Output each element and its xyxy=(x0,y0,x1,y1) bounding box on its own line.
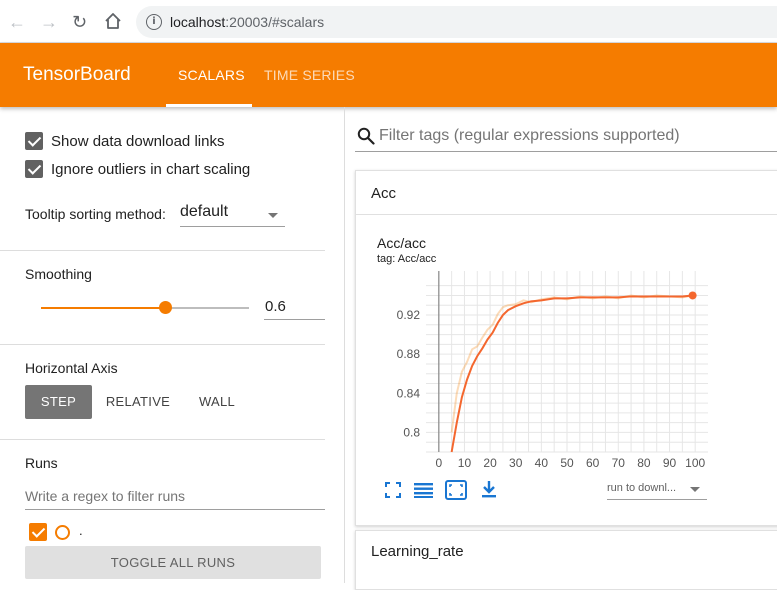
x-tick-label: 30 xyxy=(509,456,523,470)
divider xyxy=(0,250,325,251)
lines-icon[interactable] xyxy=(414,482,433,498)
show-download-links-label: Show data download links xyxy=(51,133,225,150)
x-tick-label: 20 xyxy=(483,456,497,470)
divider xyxy=(356,214,777,215)
chart-title: Acc/acc xyxy=(377,235,427,251)
run-color-circle[interactable] xyxy=(55,525,70,540)
tooltip-sorting-value: default xyxy=(180,203,229,220)
download-run-select[interactable]: run to downl... xyxy=(607,478,707,500)
x-tick-label: 60 xyxy=(586,456,600,470)
tooltip-sorting-label: Tooltip sorting method: xyxy=(25,206,166,222)
url-text: localhost:20003/#scalars xyxy=(170,14,325,30)
fit-domain-icon[interactable] xyxy=(445,480,467,500)
tab-scalars[interactable]: SCALARS xyxy=(178,67,245,83)
fullscreen-icon[interactable] xyxy=(385,482,401,498)
info-icon[interactable]: i xyxy=(146,14,162,30)
y-tick-label: 0.84 xyxy=(397,386,421,400)
chart-subtitle: tag: Acc/acc xyxy=(377,253,437,265)
divider xyxy=(0,439,325,440)
brand-title: TensorBoard xyxy=(23,64,131,85)
x-tick-label: 40 xyxy=(535,456,549,470)
smoothing-slider-handle[interactable] xyxy=(159,301,173,314)
axis-relative-button[interactable]: RELATIVE xyxy=(100,385,176,419)
last-point-marker xyxy=(688,291,697,300)
tag-filter-placeholder: Filter tags (regular expressions support… xyxy=(379,127,680,144)
smoothing-label: Smoothing xyxy=(25,266,92,282)
section-card-learning-rate: Learning_rate xyxy=(355,530,777,590)
tooltip-sorting-select[interactable]: default xyxy=(180,203,285,227)
ignore-outliers-label: Ignore outliers in chart scaling xyxy=(51,161,251,178)
x-tick-label: 80 xyxy=(637,456,651,470)
run-name: . xyxy=(79,523,83,538)
x-tick-label: 90 xyxy=(663,456,677,470)
home-icon[interactable] xyxy=(104,12,122,34)
y-tick-label: 0.8 xyxy=(403,425,420,439)
toggle-all-runs-button[interactable]: TOGGLE ALL RUNS xyxy=(25,546,321,579)
smoothing-slider-track[interactable] xyxy=(41,307,249,309)
download-run-select-value: run to downl... xyxy=(607,482,677,494)
chevron-down-icon xyxy=(690,487,700,492)
chevron-down-icon xyxy=(268,213,278,218)
section-card-acc: Acc Acc/acc tag: Acc/acc 0 10 20 30 40 50 60 70… xyxy=(355,170,777,526)
horizontal-axis-label: Horizontal Axis xyxy=(25,360,118,376)
runs-filter-input[interactable]: Write a regex to filter runs xyxy=(25,484,325,510)
run-checkbox[interactable] xyxy=(29,523,47,541)
reload-icon[interactable]: ↻ xyxy=(72,12,87,32)
section-title-acc[interactable]: Acc xyxy=(371,185,396,202)
ignore-outliers-checkbox[interactable] xyxy=(25,160,43,178)
browser-toolbar: ← → ↻ i localhost:20003/#scalars xyxy=(0,0,777,43)
runs-label: Runs xyxy=(25,455,58,471)
y-tick-label: 0.92 xyxy=(397,308,421,322)
address-bar[interactable]: i localhost:20003/#scalars xyxy=(136,6,777,38)
x-tick-label: 0 xyxy=(435,456,442,470)
x-tick-label: 100 xyxy=(685,456,705,470)
tag-filter[interactable]: Filter tags (regular expressions support… xyxy=(355,120,777,152)
app-header: TensorBoard SCALARS TIME SERIES xyxy=(0,43,777,107)
download-icon[interactable] xyxy=(481,480,497,498)
x-tick-label: 50 xyxy=(560,456,574,470)
axis-wall-button[interactable]: WALL xyxy=(186,385,248,419)
smoothing-input[interactable]: 0.6 xyxy=(264,296,325,320)
arrow-left-icon[interactable]: ← xyxy=(8,12,26,32)
y-tick-label: 0.88 xyxy=(397,347,421,361)
x-tick-label: 10 xyxy=(458,456,472,470)
divider xyxy=(0,344,325,345)
axis-step-button[interactable]: STEP xyxy=(25,385,92,419)
arrow-right-icon[interactable]: → xyxy=(40,12,58,32)
section-title-learning-rate[interactable]: Learning_rate xyxy=(371,543,464,560)
sidebar: Show data download links Ignore outliers… xyxy=(0,107,345,583)
show-download-links-checkbox[interactable] xyxy=(25,132,43,150)
x-tick-label: 70 xyxy=(612,456,626,470)
search-icon xyxy=(357,127,375,145)
scalar-chart[interactable]: 0 10 20 30 40 50 60 70 80 90 100 0.8 0.84 0.88 0.92 xyxy=(356,271,776,481)
tab-time-series[interactable]: TIME SERIES xyxy=(264,67,355,83)
smoothing-slider-fill xyxy=(41,307,166,309)
